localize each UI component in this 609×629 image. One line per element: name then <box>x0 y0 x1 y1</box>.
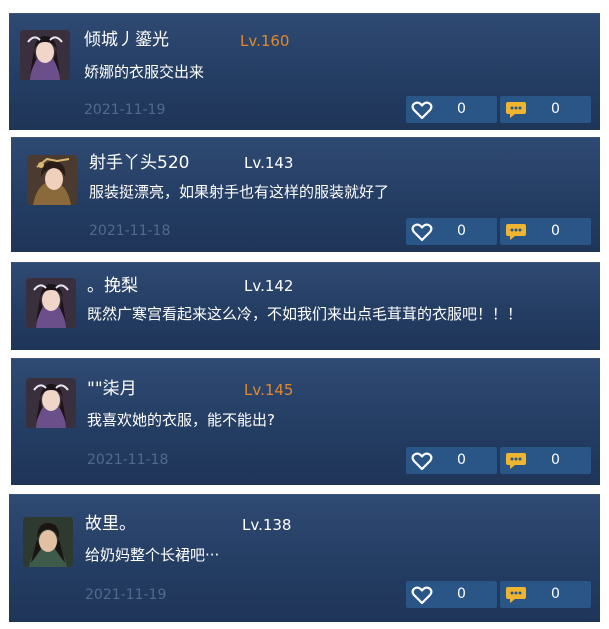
like-count: 0 <box>457 586 466 602</box>
comment-card: 故里。 Lv.138 给奶妈整个长裙吧··· 2021-11-19 0 0 <box>9 494 600 622</box>
user-level: Lv.145 <box>244 381 294 399</box>
comment-date: 2021-11-19 <box>84 102 166 118</box>
username[interactable]: 倾城丿鎏光 <box>84 30 169 50</box>
comment-text: 我喜欢她的衣服，能不能出? <box>87 411 275 429</box>
comment-date: 2021-11-18 <box>87 452 169 468</box>
user-level: Lv.143 <box>244 154 294 172</box>
avatar[interactable] <box>26 378 76 428</box>
comment-card: 。挽梨 Lv.142 既然广寒宫看起来这么冷，不如我们来出点毛茸茸的衣服吧！！！ <box>11 262 600 350</box>
comment-card: ""柒月 Lv.145 我喜欢她的衣服，能不能出? 2021-11-18 0 0 <box>11 358 600 485</box>
username[interactable]: 射手丫头520 <box>89 153 189 173</box>
comment-date: 2021-11-18 <box>89 223 171 239</box>
like-count: 0 <box>457 101 466 117</box>
reply-count: 0 <box>551 586 560 602</box>
comment-card: 倾城丿鎏光 Lv.160 娇娜的衣服交出来 2021-11-19 0 0 <box>9 13 600 130</box>
comment-text: 给奶妈整个长裙吧··· <box>85 546 220 564</box>
reply-button[interactable]: 0 <box>500 218 591 245</box>
comment-date: 2021-11-19 <box>85 587 167 603</box>
like-button[interactable]: 0 <box>406 96 497 123</box>
reply-button[interactable]: 0 <box>500 96 591 123</box>
like-count: 0 <box>457 223 466 239</box>
user-level: Lv.160 <box>240 32 290 50</box>
username[interactable]: 故里。 <box>85 514 136 534</box>
user-level: Lv.142 <box>244 277 294 295</box>
reply-button[interactable]: 0 <box>500 447 591 474</box>
reply-count: 0 <box>551 223 560 239</box>
reply-button[interactable]: 0 <box>500 581 591 608</box>
user-level: Lv.138 <box>242 516 292 534</box>
avatar[interactable] <box>27 155 77 205</box>
comment-card: 射手丫头520 Lv.143 服装挺漂亮，如果射手也有这样的服装就好了 2021… <box>11 137 600 252</box>
reply-count: 0 <box>551 101 560 117</box>
avatar[interactable] <box>23 517 73 567</box>
comment-text: 既然广寒宫看起来这么冷，不如我们来出点毛茸茸的衣服吧！！！ <box>87 305 523 323</box>
avatar[interactable] <box>20 30 70 80</box>
like-button[interactable]: 0 <box>406 218 497 245</box>
avatar[interactable] <box>26 278 76 328</box>
username[interactable]: 。挽梨 <box>87 276 138 296</box>
like-button[interactable]: 0 <box>406 447 497 474</box>
comment-text: 娇娜的衣服交出来 <box>84 63 205 81</box>
like-count: 0 <box>457 452 466 468</box>
reply-count: 0 <box>551 452 560 468</box>
username[interactable]: ""柒月 <box>87 379 137 399</box>
like-button[interactable]: 0 <box>406 581 497 608</box>
comment-text: 服装挺漂亮，如果射手也有这样的服装就好了 <box>89 183 390 201</box>
